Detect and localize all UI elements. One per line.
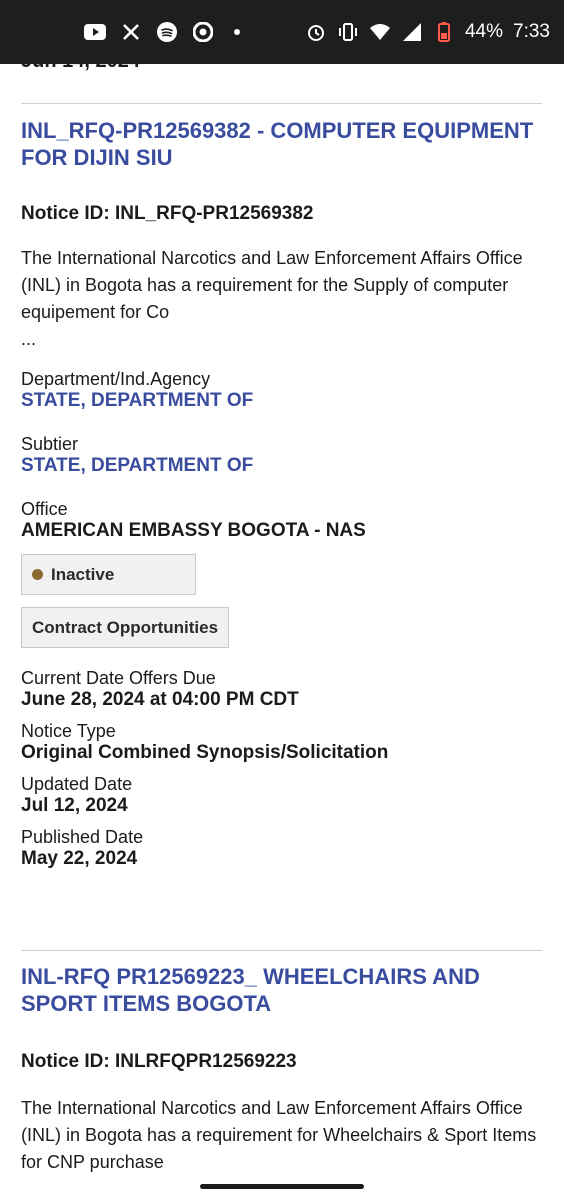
office-value: AMERICAN EMBASSY BOGOTA - NAS (21, 520, 366, 541)
notification-icons (84, 21, 240, 43)
signal-icon (401, 21, 423, 43)
x-icon (120, 21, 142, 43)
description-ellipsis: ... (21, 329, 37, 349)
system-icons: 44% 7:33 (305, 21, 550, 43)
published-date-field: Published Date May 22, 2024 (21, 827, 542, 870)
divider (21, 103, 542, 104)
search-results: Jun 14, 2024 INL_RFQ-PR12569382 - COMPUT… (0, 64, 564, 1172)
result-title-link[interactable]: INL_RFQ-PR12569382 - COMPUTER EQUIPMENT … (21, 117, 542, 171)
type-row: Contract Opportunities (21, 607, 542, 648)
subtier-link[interactable]: STATE, DEPARTMENT OF (21, 455, 542, 477)
offers-due-value: June 28, 2024 at 04:00 PM CDT (21, 689, 299, 710)
more-notifications-dot (234, 29, 240, 35)
notice-type-value: Original Combined Synopsis/Solicitation (21, 742, 389, 763)
subtier-label: Subtier (21, 434, 79, 454)
result-card: INL_RFQ-PR12569382 - COMPUTER EQUIPMENT … (21, 103, 542, 870)
notice-id: Notice ID: INL_RFQ-PR12569382 (21, 203, 314, 224)
offers-due-field: Current Date Offers Due June 28, 2024 at… (21, 668, 542, 711)
youtube-icon (84, 21, 106, 43)
divider (21, 950, 542, 951)
published-date-label: Published Date (21, 827, 144, 847)
wifi-icon (369, 21, 391, 43)
clock: 7:33 (513, 21, 550, 42)
result-card: INL-RFQ PR12569223_ WHEELCHAIRS AND SPOR… (21, 950, 542, 1172)
notice-type-label: Notice Type (21, 721, 116, 741)
spotify-icon (156, 21, 178, 43)
notice-id: Notice ID: INLRFQPR12569223 (21, 1051, 297, 1072)
previous-result-date: Jun 14, 2024 (21, 64, 140, 73)
alarm-icon (305, 21, 327, 43)
vibrate-icon (337, 21, 359, 43)
battery-icon (433, 21, 455, 43)
subtier-field: Subtier STATE, DEPARTMENT OF (21, 434, 542, 477)
status-bar: 44% 7:33 (0, 0, 564, 64)
result-description: The International Narcotics and Law Enfo… (21, 245, 542, 353)
battery-percent: 44% (464, 21, 504, 42)
department-link[interactable]: STATE, DEPARTMENT OF (21, 390, 542, 412)
department-label: Department/Ind.Agency (21, 369, 211, 389)
department-field: Department/Ind.Agency STATE, DEPARTMENT … (21, 369, 542, 412)
status-row: Inactive (21, 554, 542, 595)
office-label: Office (21, 499, 68, 519)
status-text: Inactive (51, 564, 115, 584)
result-description: The International Narcotics and Law Enfo… (21, 1098, 537, 1172)
home-gesture-handle[interactable] (200, 1184, 364, 1189)
offers-due-label: Current Date Offers Due (21, 668, 216, 688)
result-title-link[interactable]: INL-RFQ PR12569223_ WHEELCHAIRS AND SPOR… (21, 963, 542, 1017)
opportunity-type-badge: Contract Opportunities (21, 607, 230, 648)
updated-date-label: Updated Date (21, 774, 133, 794)
status-badge: Inactive (21, 554, 196, 595)
status-dot-icon (32, 569, 43, 580)
chrome-icon (192, 21, 214, 43)
updated-date-field: Updated Date Jul 12, 2024 (21, 774, 542, 817)
published-date-value: May 22, 2024 (21, 848, 138, 869)
description-text: The International Narcotics and Law Enfo… (21, 248, 523, 322)
updated-date-value: Jul 12, 2024 (21, 795, 128, 816)
notice-type-field: Notice Type Original Combined Synopsis/S… (21, 721, 542, 764)
navigation-bar (0, 1172, 564, 1200)
office-field: Office AMERICAN EMBASSY BOGOTA - NAS (21, 499, 542, 542)
